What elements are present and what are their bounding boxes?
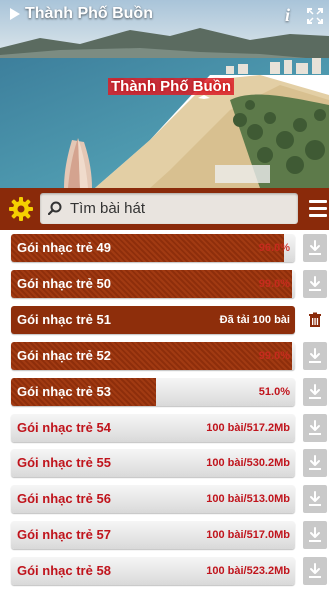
gear-icon[interactable]: [8, 196, 34, 222]
download-icon: [309, 563, 321, 579]
package-status: Đã tải 100 bài: [219, 313, 290, 326]
download-button[interactable]: [303, 234, 327, 262]
package-status: 51.0%: [258, 385, 290, 398]
list-item[interactable]: Gói nhạc trẻ 51 Đã tải 100 bài: [0, 302, 329, 338]
fullscreen-icon[interactable]: [307, 8, 323, 24]
search-field[interactable]: [40, 193, 298, 224]
list-item[interactable]: Gói nhạc trẻ 53 51.0%: [0, 374, 329, 410]
package-name: Gói nhạc trẻ 51: [17, 311, 111, 327]
package-name: Gói nhạc trẻ 54: [17, 419, 111, 435]
list-item[interactable]: Gói nhạc trẻ 50 99.0%: [0, 266, 329, 302]
list-item[interactable]: Gói nhạc trẻ 57 100 bài/517.0Mb: [0, 517, 329, 553]
package-progress-bar[interactable]: Gói nhạc trẻ 56 100 bài/513.0Mb: [11, 485, 295, 514]
download-button[interactable]: [303, 557, 327, 586]
list-item[interactable]: Gói nhạc trẻ 55 100 bài/530.2Mb: [0, 445, 329, 481]
now-playing-banner[interactable]: Thành Phố Buồn i Thành Phố Buồn: [0, 0, 329, 188]
package-name: Gói nhạc trẻ 50: [17, 275, 111, 291]
download-icon: [309, 347, 321, 363]
list-item[interactable]: Gói nhạc trẻ 49 96.0%: [0, 230, 329, 266]
download-button[interactable]: [303, 449, 327, 478]
download-button[interactable]: [303, 413, 327, 442]
song-title: Thành Phố Buồn: [10, 5, 153, 23]
package-progress-bar[interactable]: Gói nhạc trẻ 58 100 bài/523.2Mb: [11, 557, 295, 586]
download-icon: [309, 419, 321, 435]
package-list: Gói nhạc trẻ 49 96.0% Gói nhạc trẻ 50 99.0%…: [0, 230, 329, 586]
package-progress-bar[interactable]: Gói nhạc trẻ 55 100 bài/530.2Mb: [11, 449, 295, 478]
package-progress-bar[interactable]: Gói nhạc trẻ 53 51.0%: [11, 377, 295, 406]
download-icon: [309, 455, 321, 471]
search-icon: [48, 201, 62, 215]
download-button[interactable]: [303, 521, 327, 550]
package-progress-bar[interactable]: Gói nhạc trẻ 51 Đã tải 100 bài: [11, 305, 295, 334]
package-progress-bar[interactable]: Gói nhạc trẻ 57 100 bài/517.0Mb: [11, 521, 295, 550]
package-progress-bar[interactable]: Gói nhạc trẻ 52 99.0%: [11, 341, 295, 370]
trash-icon: [309, 312, 321, 327]
download-button[interactable]: [303, 269, 327, 298]
download-icon: [309, 491, 321, 507]
package-name: Gói nhạc trẻ 55: [17, 455, 111, 471]
menu-icon[interactable]: [309, 200, 327, 218]
delete-button[interactable]: [303, 305, 327, 334]
package-name: Gói nhạc trẻ 53: [17, 383, 111, 399]
download-icon: [309, 383, 321, 399]
package-name: Gói nhạc trẻ 57: [17, 527, 111, 543]
list-item[interactable]: Gói nhạc trẻ 52 99.0%: [0, 338, 329, 374]
download-button[interactable]: [303, 341, 327, 370]
package-progress-bar[interactable]: Gói nhạc trẻ 54 100 bài/517.2Mb: [11, 413, 295, 442]
package-status: 99.0%: [258, 277, 290, 290]
package-status: 99.0%: [258, 349, 290, 362]
package-status: 96.0%: [258, 242, 290, 254]
package-name: Gói nhạc trẻ 56: [17, 491, 111, 507]
download-icon: [309, 275, 321, 291]
package-status: 100 bài/530.2Mb: [206, 457, 290, 470]
package-status: 100 bài/517.2Mb: [206, 421, 290, 434]
package-progress-bar[interactable]: Gói nhạc trẻ 49 96.0%: [11, 234, 295, 262]
package-name: Gói nhạc trẻ 49: [17, 240, 111, 255]
info-icon[interactable]: i: [285, 5, 290, 26]
list-item[interactable]: Gói nhạc trẻ 56 100 bài/513.0Mb: [0, 481, 329, 517]
search-input[interactable]: [70, 193, 290, 224]
package-status: 100 bài/523.2Mb: [206, 565, 290, 578]
song-title-text: Thành Phố Buồn: [25, 5, 153, 22]
package-name: Gói nhạc trẻ 52: [17, 347, 111, 363]
package-status: 100 bài/517.0Mb: [206, 529, 290, 542]
package-name: Gói nhạc trẻ 58: [17, 563, 111, 579]
download-icon: [309, 527, 321, 543]
banner-center-title: Thành Phố Buồn: [108, 78, 234, 95]
package-progress-bar[interactable]: Gói nhạc trẻ 50 99.0%: [11, 269, 295, 298]
play-icon[interactable]: [10, 8, 20, 20]
list-item[interactable]: Gói nhạc trẻ 54 100 bài/517.2Mb: [0, 410, 329, 446]
download-button[interactable]: [303, 485, 327, 514]
download-button[interactable]: [303, 377, 327, 406]
search-toolbar: [0, 188, 329, 230]
download-icon: [309, 240, 321, 255]
package-status: 100 bài/513.0Mb: [206, 493, 290, 506]
